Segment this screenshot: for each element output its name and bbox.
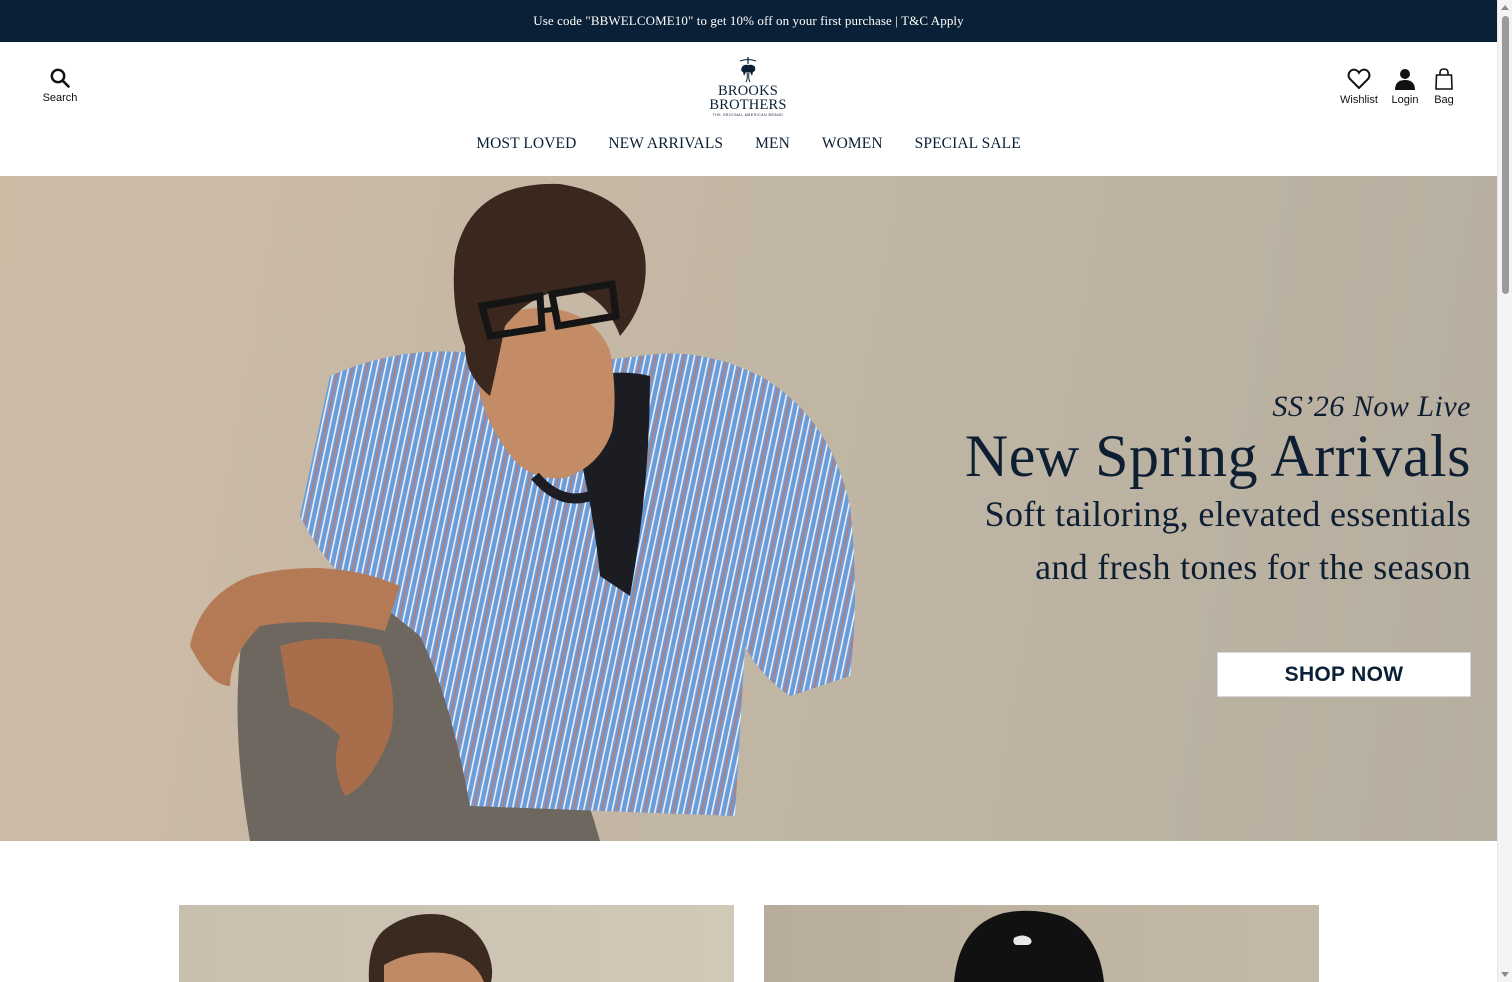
hero-copy: SS’26 Now Live New Spring Arrivals Soft … (965, 390, 1471, 594)
page-scrollbar[interactable] (1497, 0, 1512, 982)
wishlist-label: Wishlist (1340, 94, 1378, 106)
nav-item-new-arrivals[interactable]: NEW ARRIVALS (608, 135, 723, 153)
account-actions: Wishlist Login Bag (1337, 68, 1459, 106)
shopping-bag-icon (1435, 68, 1453, 90)
shop-now-button[interactable]: SHOP NOW (1217, 652, 1471, 697)
nav-item-special-sale[interactable]: SPECIAL SALE (915, 135, 1021, 153)
category-tiles (0, 841, 1497, 982)
category-tile-left[interactable] (179, 905, 734, 982)
nav-item-most-loved[interactable]: MOST LOVED (476, 135, 576, 153)
logo-line-2: BROTHERS (709, 97, 787, 113)
hero-subtitle-line-2: and fresh tones for the season (1035, 547, 1471, 587)
main-navigation: MOST LOVED NEW ARRIVALS MEN WOMEN SPECIA… (0, 135, 1497, 153)
site-header: Search BROOKS BROTHERS THE ORIGINAL AMER… (0, 42, 1497, 176)
scrollbar-thumb[interactable] (1502, 16, 1509, 294)
bag-button[interactable]: Bag (1429, 68, 1459, 106)
logo-line-1: BROOKS (717, 83, 779, 99)
search-label: Search (42, 92, 78, 104)
hero-subtitle-line-1: Soft tailoring, elevated essentials (984, 494, 1471, 534)
search-button[interactable]: Search (40, 68, 80, 104)
scroll-down-arrow-icon[interactable] (1501, 972, 1509, 977)
hero-model-image (190, 183, 855, 841)
bag-label: Bag (1434, 94, 1454, 106)
tile-model-image (368, 914, 493, 982)
wishlist-button[interactable]: Wishlist (1337, 68, 1381, 106)
scroll-up-arrow-icon[interactable] (1501, 5, 1509, 10)
category-tile-right[interactable] (764, 905, 1319, 982)
search-icon (50, 68, 70, 88)
promo-banner[interactable]: Use code "BBWELCOME10" to get 10% off on… (0, 0, 1497, 42)
tile-cap-image (954, 910, 1104, 982)
user-icon (1395, 69, 1415, 90)
hero-banner[interactable]: SS’26 Now Live New Spring Arrivals Soft … (0, 176, 1497, 841)
heart-icon (1347, 68, 1371, 90)
golden-fleece-logo-icon (739, 57, 757, 83)
promo-text: Use code "BBWELCOME10" to get 10% off on… (533, 13, 964, 28)
login-label: Login (1391, 94, 1419, 106)
brand-logo[interactable]: BROOKS BROTHERS THE ORIGINAL AMERICAN BR… (702, 56, 794, 124)
logo-tagline: THE ORIGINAL AMERICAN BRAND (712, 113, 784, 117)
nav-item-women[interactable]: WOMEN (822, 135, 883, 153)
hero-kicker: SS’26 Now Live (1272, 390, 1471, 423)
login-button[interactable]: Login (1387, 68, 1423, 106)
nav-item-men[interactable]: MEN (755, 135, 790, 153)
hero-title: New Spring Arrivals (964, 423, 1471, 489)
